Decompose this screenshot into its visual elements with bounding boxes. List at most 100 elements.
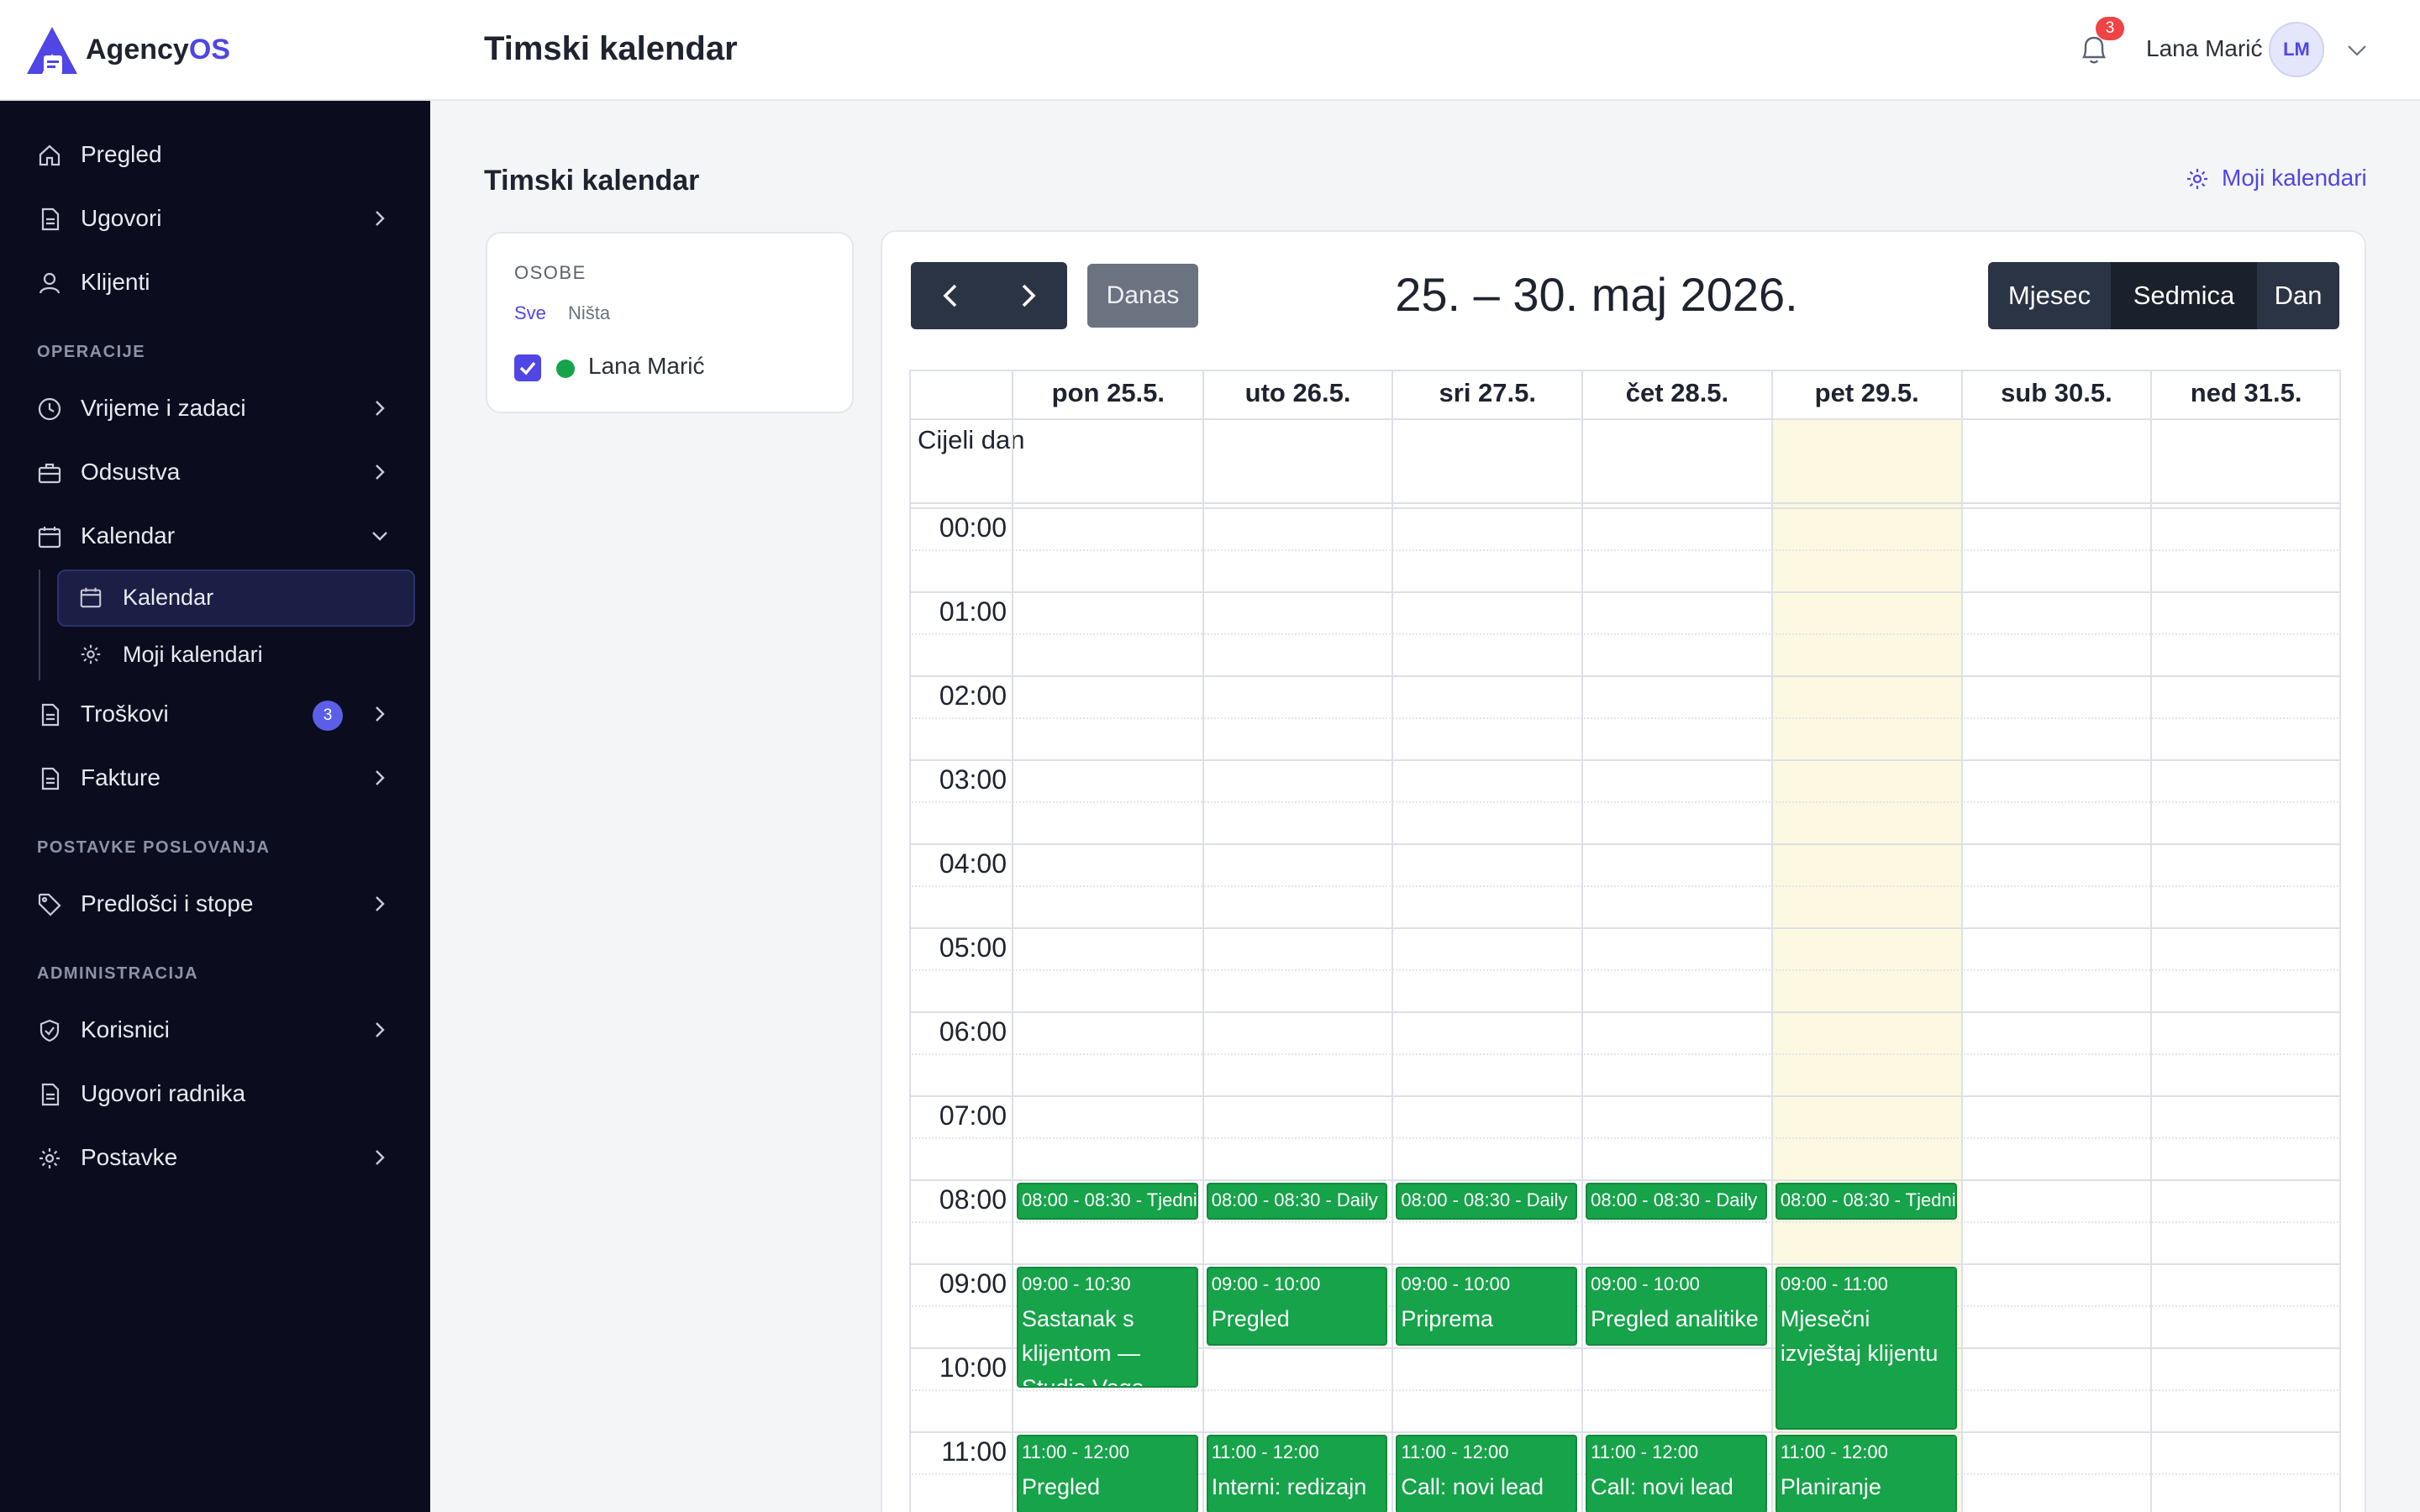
- logo-icon: [27, 27, 77, 74]
- chevron-down-icon[interactable]: [2346, 40, 2368, 60]
- calendar-event[interactable]: 09:00 - 11:00 Mjesečni izvještaj klijentu: [1775, 1267, 1957, 1430]
- calendar-event[interactable]: 09:00 - 10:30 Sastanak s klijentom — Stud…: [1017, 1267, 1198, 1388]
- sidebar-item-label: Predlošci i stope: [81, 890, 254, 916]
- event-title: Pregled analitike: [1591, 1306, 1759, 1331]
- select-all-link[interactable]: Sve: [514, 302, 546, 324]
- submenu-line: [39, 570, 40, 680]
- logo-area: AgencyOS: [0, 0, 430, 101]
- half-hour-line: [909, 801, 2341, 803]
- chevron-right-icon: [376, 706, 385, 722]
- grid-column-line: [2339, 370, 2341, 1512]
- sidebar-item-postavke[interactable]: Postavke: [0, 1132, 430, 1183]
- chevron-down-icon: [372, 532, 387, 541]
- calendar-event[interactable]: 08:00 - 08:30 - Tjedni: [1017, 1183, 1198, 1220]
- view-week-button[interactable]: Sedmica: [2112, 262, 2255, 329]
- day-header: ned 31.5.: [2190, 378, 2302, 407]
- sidebar-item-odsustva[interactable]: Odsustva: [0, 447, 430, 497]
- calendar-event[interactable]: 08:00 - 08:30 - Tjedni: [1775, 1183, 1957, 1220]
- calendar-icon: [80, 587, 102, 608]
- sidebar-item-korisnici[interactable]: Korisnici: [0, 1005, 430, 1055]
- hour-line: [909, 1263, 2341, 1265]
- half-hour-line: [909, 549, 2341, 551]
- user-name[interactable]: Lana Marić: [2146, 35, 2263, 62]
- sidebar-item-fakture[interactable]: Fakture: [0, 753, 430, 803]
- hour-label: 07:00: [939, 1100, 1007, 1131]
- hour-label: 05:00: [939, 932, 1007, 963]
- calendar-event[interactable]: 09:00 - 10:00 Priprema prezentacije: [1396, 1267, 1578, 1346]
- event-title: Planiranje: [1780, 1474, 1881, 1499]
- calendar-event[interactable]: 08:00 - 08:30 - Daily: [1206, 1183, 1388, 1220]
- event-title: Pregled kampanje: [1211, 1306, 1310, 1344]
- chevron-right-icon: [376, 465, 385, 480]
- calendar-event[interactable]: 08:00 - 08:30 - Daily: [1586, 1183, 1767, 1220]
- avatar[interactable]: LM: [2269, 22, 2324, 77]
- event-time: 11:00 - 12:00: [1401, 1441, 1509, 1462]
- grid-column-line: [2150, 370, 2153, 1512]
- calendar-event[interactable]: 09:00 - 10:00 Pregled analitike: [1586, 1267, 1767, 1346]
- event-time: 09:00 - 10:00: [1591, 1273, 1700, 1294]
- people-title: OSOBE: [514, 262, 587, 283]
- grid-line: [909, 502, 2341, 504]
- person-color-dot: [556, 360, 575, 378]
- today-button[interactable]: Danas: [1087, 264, 1198, 328]
- sidebar-item-predlosci[interactable]: Predlošci i stope: [0, 879, 430, 929]
- grid-column-line: [1012, 370, 1013, 1512]
- half-hour-line: [909, 1221, 2341, 1223]
- my-calendars-label: Moji kalendari: [2222, 165, 2367, 191]
- sidebar-item-troskovi[interactable]: Troškovi 3: [0, 689, 430, 739]
- hour-label: 04:00: [939, 848, 1007, 879]
- hour-line: [909, 1095, 2341, 1097]
- prev-button[interactable]: [911, 262, 989, 329]
- select-none-link[interactable]: Ništa: [568, 302, 610, 324]
- sidebar-item-label: Klijenti: [81, 269, 150, 295]
- event-time: 08:00 - 08:30 - Tjedni: [1780, 1189, 1956, 1210]
- sidebar-item-pregled[interactable]: Pregled: [0, 129, 430, 180]
- next-button[interactable]: [989, 262, 1067, 329]
- calendar-event[interactable]: 08:00 - 08:30 - Daily: [1396, 1183, 1578, 1220]
- event-title: Pregled: [1022, 1474, 1101, 1499]
- people-filter-card: OSOBE Sve Ništa Lana Marić: [486, 232, 854, 413]
- person-checkbox[interactable]: [514, 354, 541, 381]
- grid-column-line: [1202, 370, 1204, 1512]
- sidebar-item-kalendar[interactable]: Kalendar: [0, 511, 430, 561]
- day-header: uto 26.5.: [1244, 378, 1351, 407]
- event-time: 11:00 - 12:00: [1591, 1441, 1699, 1462]
- grid-column-line: [1392, 370, 1394, 1512]
- sidebar-item-vrijeme[interactable]: Vrijeme i zadaci: [0, 383, 430, 433]
- view-month-button[interactable]: Mjesec: [1988, 262, 2111, 329]
- sidebar-subitem-label: Kalendar: [123, 585, 214, 610]
- chevron-right-icon: [376, 211, 385, 226]
- day-header: pon 25.5.: [1051, 378, 1165, 407]
- hour-line: [909, 1179, 2341, 1181]
- sidebar-item-ugovori[interactable]: Ugovori: [0, 193, 430, 244]
- sidebar-item-ugovori-radnika[interactable]: Ugovori radnika: [0, 1068, 430, 1119]
- event-time: 11:00 - 12:00: [1780, 1441, 1888, 1462]
- hour-line: [909, 759, 2341, 761]
- event-title: Priprema prezentacije: [1401, 1306, 1523, 1344]
- half-hour-line: [909, 1053, 2341, 1055]
- sidebar-subitem-kalendar[interactable]: Kalendar: [57, 570, 415, 627]
- briefcase-icon: [38, 463, 61, 484]
- calendar-event[interactable]: 09:00 - 10:00 Pregled kampanje: [1206, 1267, 1388, 1346]
- hour-label: 11:00: [941, 1436, 1007, 1467]
- view-day-button[interactable]: Dan: [2257, 262, 2339, 329]
- hour-label: 03:00: [939, 764, 1007, 795]
- hour-line: [909, 843, 2341, 845]
- calendar-event[interactable]: 11:00 - 12:00 Pregled: [1017, 1435, 1198, 1512]
- hour-label: 09:00: [939, 1268, 1007, 1299]
- range-title: 25. – 30. maj 2026.: [1395, 268, 1798, 321]
- sidebar-item-klijenti[interactable]: Klijenti: [0, 257, 430, 307]
- top-header: Timski kalendar 3 Lana Marić LM: [430, 0, 2420, 101]
- chevron-left-icon: [943, 284, 957, 307]
- calendar-event[interactable]: 11:00 - 12:00 Call: novi lead: [1396, 1435, 1578, 1512]
- chevron-right-icon: [376, 401, 385, 416]
- event-time: 08:00 - 08:30 - Daily: [1401, 1189, 1568, 1210]
- document-icon: [41, 767, 60, 790]
- calendar-event[interactable]: 11:00 - 12:00 Call: novi lead: [1586, 1435, 1767, 1512]
- calendar-event[interactable]: 11:00 - 12:00 Planiranje: [1775, 1435, 1957, 1512]
- calendar-event[interactable]: 11:00 - 12:00 Interni: redizajn: [1206, 1435, 1388, 1512]
- sidebar-subitem-moji-kalendari[interactable]: Moji kalendari: [57, 627, 415, 684]
- grid-line: [909, 418, 2341, 420]
- event-title: Interni: redizajn: [1211, 1474, 1367, 1499]
- hour-label: 01:00: [939, 596, 1007, 627]
